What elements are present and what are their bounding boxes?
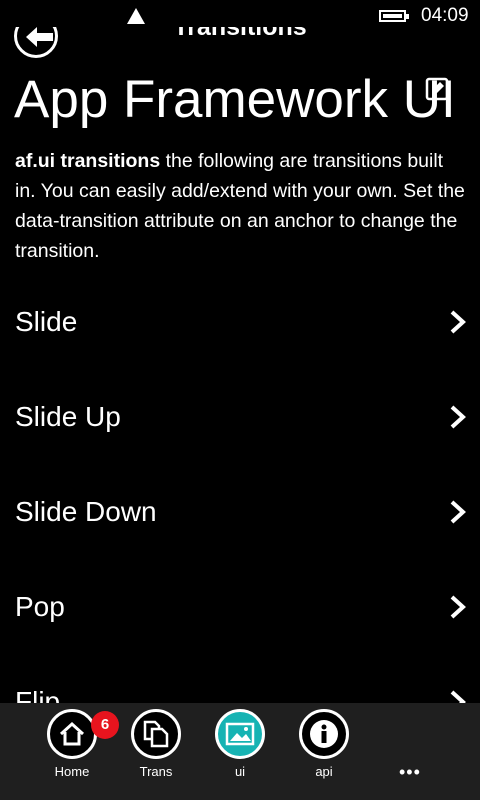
battery-level-icon (379, 10, 409, 22)
list-item-slide[interactable]: Slide (0, 274, 480, 369)
list-item-label: Slide Up (15, 401, 121, 432)
nav-trans-label: Trans (139, 764, 173, 779)
picture-icon (225, 722, 255, 746)
nav-ui-label: ui (234, 764, 246, 779)
list-item-slide-up[interactable]: Slide Up (0, 369, 480, 464)
intro-paragraph: af.ui transitions the following are tran… (15, 146, 465, 266)
list-item-label: Pop (15, 591, 65, 622)
list-item-label: Slide Down (15, 496, 157, 527)
notification-badge: 6 (91, 711, 119, 739)
clock: 04:09 (421, 5, 469, 26)
chevron-right-icon (450, 405, 466, 429)
edit-icon[interactable] (425, 77, 449, 101)
nav-ui[interactable]: ui (202, 703, 282, 800)
more-options-button[interactable]: ••• (399, 762, 421, 783)
list-item-slide-down[interactable]: Slide Down (0, 464, 480, 559)
nav-home-label: Home (54, 764, 90, 779)
list-item-label: Slide (15, 306, 78, 337)
list-item-pop[interactable]: Pop (0, 559, 480, 654)
nav-api[interactable]: api (286, 703, 366, 800)
chevron-right-icon (450, 500, 466, 524)
nav-api-circle (299, 709, 349, 759)
copy-pages-icon (143, 720, 169, 748)
home-icon (59, 721, 85, 746)
nav-home-circle (47, 709, 97, 759)
nav-api-label: api (315, 764, 333, 779)
nav-home[interactable]: 6 Home (34, 703, 119, 800)
chevron-right-icon (450, 595, 466, 619)
page-title: App Framework UI (14, 70, 456, 129)
signal-strength-icon (127, 8, 145, 24)
intro-bold: af.ui transitions (15, 150, 161, 172)
bottom-nav: 6 Home Trans ui api (0, 703, 480, 800)
nav-ui-circle (215, 709, 265, 759)
nav-trans[interactable]: Trans (118, 703, 198, 800)
nav-trans-circle (131, 709, 181, 759)
info-icon (310, 720, 338, 748)
status-bar-foreground: 04:09 (0, 0, 480, 32)
chevron-right-icon (450, 310, 466, 334)
